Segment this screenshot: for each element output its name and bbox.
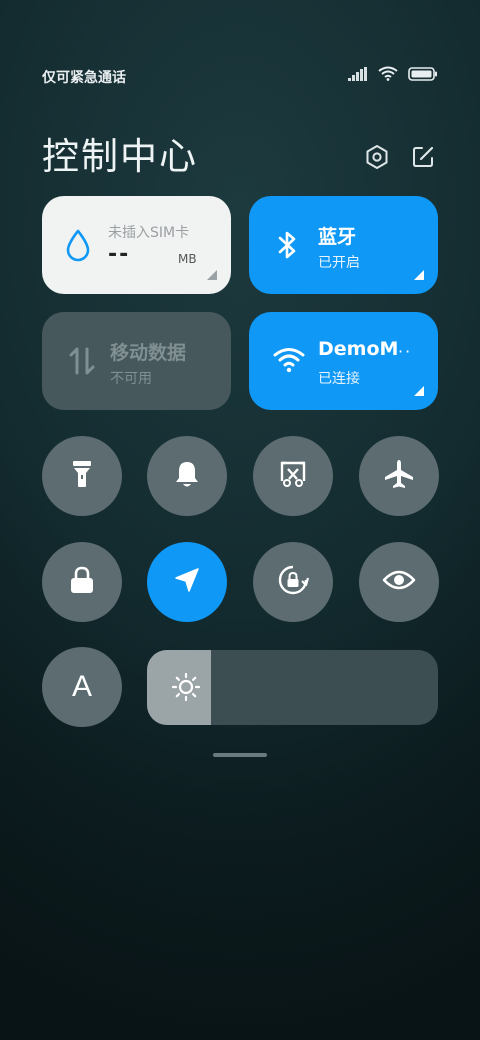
- eye-icon: [382, 568, 416, 596]
- wifi-tile[interactable]: DemoM ·· 已连接: [249, 312, 438, 410]
- flashlight-icon: [70, 459, 94, 493]
- page-title: 控制中心: [42, 135, 198, 178]
- data-usage-tile[interactable]: 未插入SIM卡 -- MB: [42, 196, 231, 294]
- expand-corner-icon: [207, 270, 217, 280]
- edit-button[interactable]: [408, 144, 438, 174]
- sun-icon: [171, 672, 201, 706]
- ringer-toggle[interactable]: [147, 436, 227, 516]
- bluetooth-label: 蓝牙: [318, 226, 357, 248]
- bluetooth-state: 已开启: [318, 255, 360, 271]
- bell-icon: [173, 459, 201, 493]
- bluetooth-icon: [275, 229, 299, 265]
- brightness-slider[interactable]: [147, 650, 438, 725]
- data-usage-unit: MB: [178, 252, 197, 266]
- sim-status-label: 未插入SIM卡: [108, 225, 190, 241]
- rotation-lock-toggle[interactable]: [253, 542, 333, 622]
- settings-button[interactable]: [362, 144, 392, 174]
- water-drop-icon: [64, 228, 92, 266]
- drawer-handle[interactable]: [213, 753, 267, 757]
- data-usage-value: --: [108, 242, 131, 267]
- wifi-icon: [378, 66, 398, 85]
- wifi-icon: [273, 347, 305, 377]
- scissors-icon: [278, 459, 308, 493]
- reading-mode-toggle[interactable]: [359, 542, 439, 622]
- edit-icon: [410, 144, 436, 174]
- wifi-state: 已连接: [318, 371, 360, 387]
- flashlight-toggle[interactable]: [42, 436, 122, 516]
- bluetooth-tile[interactable]: 蓝牙 已开启: [249, 196, 438, 294]
- gear-icon: [364, 144, 390, 174]
- rotation-lock-icon: [277, 564, 310, 600]
- location-arrow-icon: [172, 565, 202, 599]
- lock-screen-toggle[interactable]: [42, 542, 122, 622]
- expand-corner-icon: [414, 270, 424, 280]
- screenshot-toggle[interactable]: [253, 436, 333, 516]
- airplane-icon: [383, 458, 415, 494]
- signal-icon: [348, 66, 368, 85]
- battery-icon: [408, 66, 438, 85]
- airplane-mode-toggle[interactable]: [359, 436, 439, 516]
- status-bar: 仅可紧急通话: [42, 64, 438, 88]
- location-toggle[interactable]: [147, 542, 227, 622]
- mobile-data-label: 移动数据: [110, 342, 187, 364]
- auto-brightness-toggle[interactable]: A: [42, 647, 122, 727]
- lock-icon: [68, 565, 96, 599]
- expand-corner-icon: [414, 386, 424, 396]
- mobile-data-tile[interactable]: 移动数据 不可用: [42, 312, 231, 410]
- letter-a-icon: A: [71, 670, 92, 703]
- wifi-name-overflow: ··: [398, 342, 413, 361]
- carrier-status-text: 仅可紧急通话: [42, 70, 126, 86]
- mobile-data-icon: [69, 345, 95, 381]
- wifi-network-name: DemoM: [318, 338, 399, 360]
- status-icons: [348, 66, 438, 85]
- mobile-data-state: 不可用: [110, 371, 152, 387]
